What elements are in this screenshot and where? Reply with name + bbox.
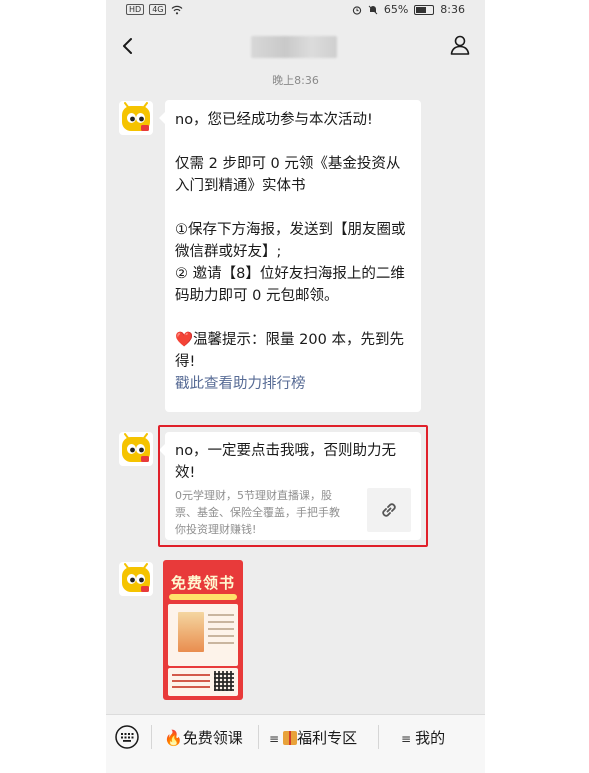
qr-code-icon: [214, 671, 234, 691]
message-line-steps: 仅需 2 步即可 0 元领《基金投资从入门到精通》实体书: [175, 156, 401, 194]
poster-text-lines: [208, 614, 234, 649]
back-icon[interactable]: [118, 36, 138, 56]
message-line-greeting: no，您已经成功参与本次活动!: [175, 112, 373, 128]
message-timestamp: 晚上8:36: [272, 74, 319, 87]
gift-icon: [283, 731, 298, 745]
mascot-logo-icon: [122, 563, 150, 592]
official-account-avatar[interactable]: [119, 101, 153, 135]
poster-subtitle-band: [169, 594, 237, 600]
message-line-step-two: ② 邀请【8】位好友扫海报上的二维码助力即可 0 元包邮领。: [175, 266, 405, 304]
keyboard-icon[interactable]: [115, 725, 139, 749]
link-card-title: no，一定要点击我哦，否则助力无效!: [175, 443, 397, 481]
mascot-logo-icon: [122, 433, 150, 462]
menu-welfare-zone[interactable]: ≡ 福利专区: [269, 727, 357, 749]
book-cover-icon: [178, 612, 204, 652]
official-account-avatar[interactable]: [119, 432, 153, 466]
menu-separator: [378, 725, 379, 749]
hd-badge: HD: [126, 4, 145, 15]
status-bar: HD 4G 65% 8:36: [106, 0, 485, 20]
reminder-text: 温馨提示：限量 200 本，先到先得!: [175, 332, 404, 370]
link-card-thumbnail: [367, 488, 411, 532]
menu-welfare-zone-label: 福利专区: [297, 729, 358, 747]
status-right-group: 65% 8:36: [352, 3, 465, 16]
status-left-group: HD 4G: [126, 4, 183, 15]
menu-separator: [151, 725, 152, 749]
wifi-icon: [172, 5, 183, 14]
menu-free-course[interactable]: 🔥免费领课: [164, 727, 243, 749]
link-card-message[interactable]: no，一定要点击我哦，否则助力无效! 0元学理财，5节理财直播课，股票、基金、保…: [159, 432, 421, 540]
poster-footer: [168, 668, 238, 696]
clock: 8:36: [440, 3, 465, 16]
message-line-step-one: ①保存下方海报，发送到【朋友圈或微信群或好友】;: [175, 222, 406, 260]
mute-icon: [368, 5, 378, 14]
chat-screen: HD 4G 65% 8:36 晚上8:36 no，您已经成功参与本次活动! 仅需…: [106, 0, 485, 773]
menu-separator: [258, 725, 259, 749]
menu-mine[interactable]: ≡ 我的: [401, 727, 445, 749]
profile-icon[interactable]: [449, 34, 471, 56]
submenu-icon: ≡: [269, 732, 280, 746]
alarm-icon: [352, 5, 361, 15]
bottom-menu-bar: 🔥免费领课 ≡ 福利专区 ≡ 我的: [106, 714, 485, 773]
message-line-reminder: ❤️温馨提示：限量 200 本，先到先得!: [175, 329, 411, 373]
menu-free-course-label: 免费领课: [182, 729, 243, 747]
battery-icon: [414, 4, 435, 15]
poster-book-card: [168, 604, 238, 666]
submenu-icon: ≡: [401, 732, 412, 746]
message-bubble-activity: no，您已经成功参与本次活动! 仅需 2 步即可 0 元领《基金投资从入门到精通…: [159, 100, 421, 412]
chat-title-blurred: [251, 36, 337, 58]
official-account-avatar[interactable]: [119, 562, 153, 596]
ranking-link[interactable]: 戳此查看助力排行榜: [175, 373, 411, 395]
poster-footer-lines: [172, 674, 210, 692]
network-badge: 4G: [149, 4, 167, 15]
nav-bar: [106, 24, 485, 68]
link-icon: [382, 503, 396, 517]
heart-icon: ❤️: [175, 332, 194, 348]
link-card-description: 0元学理财，5节理财直播课，股票、基金、保险全覆盖，手把手教你投资理财赚钱!: [175, 489, 340, 536]
poster-image[interactable]: 免费领书: [163, 560, 243, 700]
poster-title: 免费领书: [170, 574, 235, 592]
battery-percent: 65%: [383, 3, 409, 16]
fire-icon: 🔥: [164, 729, 183, 747]
mascot-logo-icon: [122, 102, 150, 131]
menu-mine-label: 我的: [415, 729, 446, 747]
